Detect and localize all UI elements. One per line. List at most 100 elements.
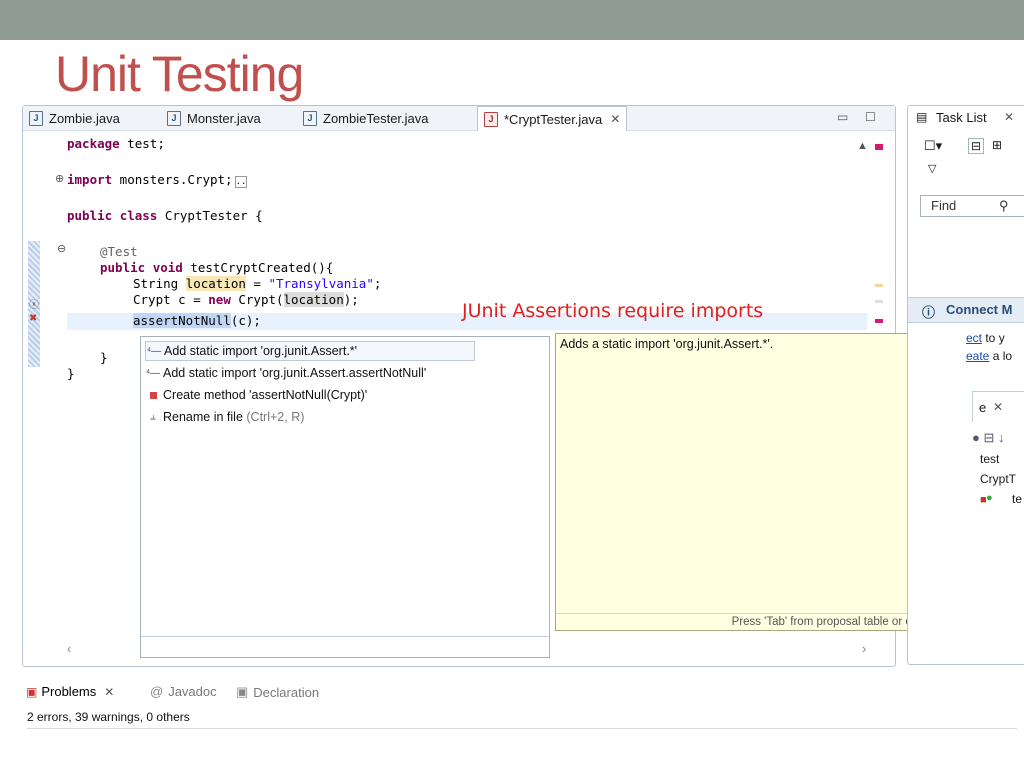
- quick-fix-proposals: ⁴— Add static import 'org.junit.Assert.*…: [140, 336, 550, 658]
- code-line-close-class[interactable]: }: [67, 366, 75, 382]
- code-text: );: [343, 292, 359, 307]
- connect-text: to y: [982, 331, 1005, 345]
- java-file-icon: J: [29, 110, 43, 126]
- problems-icon: ▣: [26, 684, 38, 699]
- import-icon: ⁴—: [145, 367, 161, 379]
- tab-label: Declaration: [253, 684, 320, 700]
- proposal-add-static-import-all[interactable]: ⁴— Add static import 'org.junit.Assert.*…: [145, 341, 475, 361]
- proposals-status-row: [141, 636, 549, 657]
- connect-title: Connect M: [946, 302, 1013, 317]
- tab-javadoc[interactable]: @ Javadoc: [150, 684, 217, 699]
- bottom-tabs: ▣ Problems ✕ @ Javadoc ▣ Declaration: [22, 682, 1024, 704]
- keyword: public: [67, 208, 113, 223]
- outline-tab[interactable]: e ✕: [972, 391, 1024, 422]
- javadoc-icon: @: [150, 684, 164, 699]
- annotation-text: @Test: [100, 244, 138, 259]
- outline-item-class[interactable]: CryptT: [980, 472, 1016, 486]
- connect-mylyn-header: ⓘ Connect M: [908, 297, 1024, 323]
- close-tab-icon[interactable]: ✕: [1004, 110, 1014, 124]
- collapse-fold-icon[interactable]: ⊖: [57, 242, 66, 255]
- outline-tab-label: e: [979, 400, 987, 415]
- expand-fold-icon[interactable]: ⊕: [55, 172, 64, 185]
- error-overview-marker[interactable]: [875, 144, 883, 150]
- proposal-create-method[interactable]: Create method 'assertNotNull(Crypt)': [145, 385, 367, 405]
- error-marker-icon[interactable]: ✖: [29, 313, 37, 324]
- collapse-all-icon[interactable]: ● ⊟ ↓: [972, 430, 1004, 446]
- code-line-import[interactable]: import monsters.Crypt;..: [67, 172, 248, 190]
- overview-marker[interactable]: [875, 300, 883, 303]
- view-menu-icon[interactable]: ▽: [928, 162, 936, 175]
- task-list-tab[interactable]: Task List: [936, 110, 987, 125]
- connect-link[interactable]: ect: [966, 331, 982, 345]
- close-tab-icon[interactable]: ✕: [104, 685, 114, 699]
- close-tab-icon[interactable]: ✕: [610, 112, 620, 126]
- tab-zombie-java[interactable]: J Zombie.java: [29, 106, 120, 130]
- code-line-class[interactable]: public class CryptTester {: [67, 208, 263, 224]
- slide-top-bar: [0, 0, 1024, 40]
- code-text: monsters.Crypt;: [112, 172, 233, 187]
- proposal-shortcut: (Ctrl+2, R): [246, 410, 305, 424]
- outline-item-method[interactable]: te: [1012, 492, 1022, 506]
- find-input[interactable]: Find ⚲: [920, 195, 1024, 217]
- minimize-icon[interactable]: ▭: [837, 110, 848, 124]
- proposal-label: Add static import 'org.junit.Assert.asse…: [163, 366, 427, 380]
- proposal-label: Rename in file: [163, 410, 243, 424]
- task-list-icon: ▤: [916, 110, 928, 124]
- create-link[interactable]: eate: [966, 349, 989, 363]
- overview-marker[interactable]: [875, 284, 883, 287]
- search-icon: ⚲: [999, 198, 1009, 213]
- right-side-panel: ▤ Task List ✕ ☐▾ ⊟ ⊞ ▽ Find ⚲ ⓘ Connect …: [907, 105, 1024, 665]
- warning-marker-icon[interactable]: ⓧ: [29, 296, 39, 311]
- editor-tabs: J Zombie.java J Monster.java J ZombieTes…: [23, 106, 895, 131]
- keyword: void: [152, 260, 183, 275]
- declaration-icon: ▣: [236, 684, 249, 699]
- documentation-text: Adds a static import 'org.junit.Assert.*…: [560, 337, 774, 351]
- proposal-rename-in-file[interactable]: ⫨ Rename in file (Ctrl+2, R): [145, 407, 304, 427]
- code-text: ;: [373, 276, 382, 291]
- error-overview-marker[interactable]: [875, 319, 883, 323]
- code-text: (c);: [230, 313, 261, 328]
- tab-declaration[interactable]: ▣ Declaration: [236, 684, 319, 700]
- tab-crypttester-java[interactable]: J *CryptTester.java ✕: [477, 106, 628, 131]
- scroll-up-icon[interactable]: ▲: [857, 140, 868, 152]
- new-task-icon[interactable]: ☐▾: [924, 138, 942, 154]
- find-placeholder: Find: [931, 198, 957, 213]
- tab-zombietester-java[interactable]: J ZombieTester.java: [303, 106, 429, 130]
- proposal-add-static-import-assertnotnull[interactable]: ⁴— Add static import 'org.junit.Assert.a…: [145, 363, 426, 383]
- code-line-package[interactable]: package test;: [67, 136, 165, 152]
- code-text: test;: [119, 136, 165, 151]
- import-icon: ⁴—: [146, 345, 162, 357]
- variable-highlight: location: [283, 292, 344, 307]
- outline-item-package[interactable]: test: [980, 452, 999, 466]
- proposal-label: Create method 'assertNotNull(Crypt)': [163, 388, 368, 402]
- code-line-annotation[interactable]: @Test: [100, 244, 138, 260]
- problems-table-header: [27, 728, 1017, 733]
- maximize-icon[interactable]: ☐: [865, 110, 876, 124]
- filter-icon[interactable]: ⊞: [992, 138, 1002, 152]
- code-line-close-method[interactable]: }: [100, 350, 108, 366]
- code-text: }: [100, 350, 108, 365]
- slide-annotation: JUnit Assertions require imports: [462, 300, 764, 322]
- rename-icon: ⫨: [150, 411, 156, 423]
- folded-block-icon[interactable]: ..: [234, 176, 248, 188]
- code-line-crypt[interactable]: Crypt c = new Crypt(location);: [133, 292, 359, 308]
- categorize-icon[interactable]: ⊟: [968, 138, 985, 154]
- tab-monster-java[interactable]: J Monster.java: [167, 106, 261, 130]
- slide-title: Unit Testing: [55, 46, 304, 102]
- string-literal: "Transylvania": [268, 276, 374, 291]
- selected-text: assertNotNull: [133, 313, 231, 328]
- code-text: Crypt(: [230, 292, 284, 307]
- close-tab-icon[interactable]: ✕: [993, 400, 1003, 414]
- scroll-left-icon[interactable]: ‹: [67, 641, 71, 656]
- connect-line-1: ect to y: [966, 331, 1005, 345]
- keyword: public: [100, 260, 146, 275]
- code-line-method[interactable]: public void testCryptCreated(){: [100, 260, 333, 276]
- code-text: Crypt c =: [133, 292, 209, 307]
- tab-label: Problems: [41, 684, 97, 699]
- scroll-right-icon[interactable]: ›: [862, 641, 866, 656]
- info-icon: ⓘ: [922, 305, 936, 320]
- code-line-assert[interactable]: assertNotNull(c);: [133, 313, 261, 329]
- code-line-string[interactable]: String location = "Transylvania";: [133, 276, 381, 292]
- proposal-label: Add static import 'org.junit.Assert.*': [164, 344, 358, 358]
- tab-problems[interactable]: ▣ Problems ✕: [26, 684, 114, 699]
